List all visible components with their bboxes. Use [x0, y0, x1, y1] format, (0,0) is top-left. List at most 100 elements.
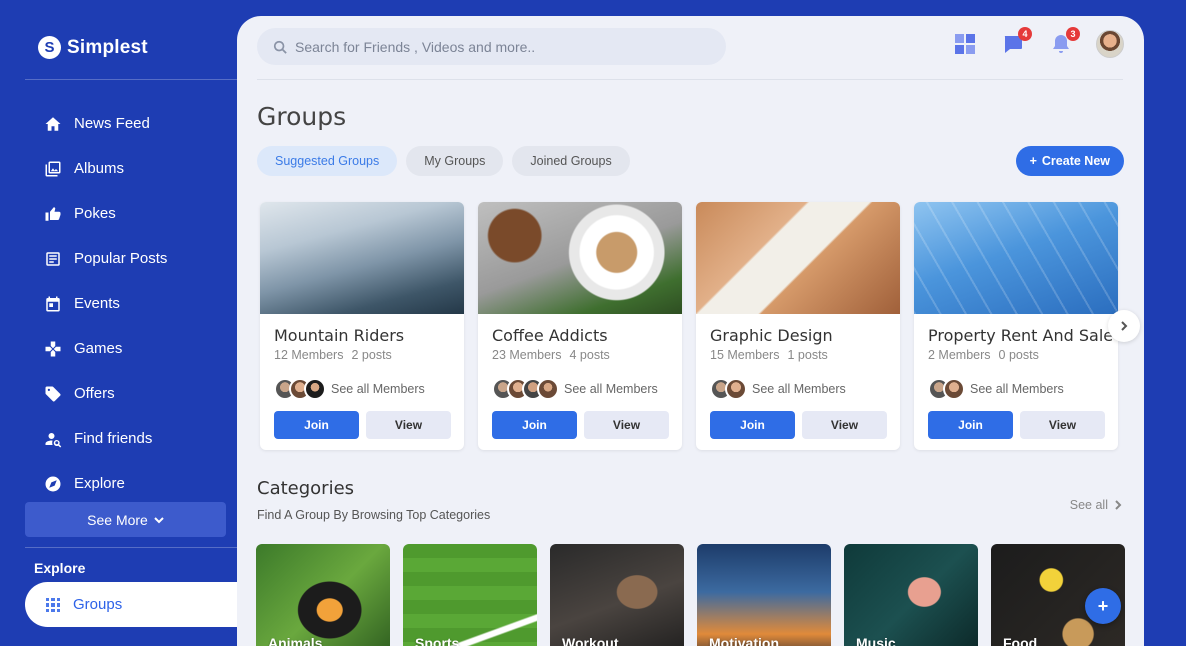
view-button[interactable]: View: [584, 411, 669, 439]
see-all-members-link[interactable]: See all Members: [331, 382, 425, 396]
albums-icon: [44, 160, 62, 178]
join-button[interactable]: Join: [492, 411, 577, 439]
see-all-categories-link[interactable]: See all: [1070, 498, 1122, 512]
floating-add-button[interactable]: +: [1085, 588, 1121, 624]
sidebar-item-next: [25, 627, 237, 646]
group-member-avatars: See all Members: [928, 378, 1064, 400]
sidebar-item-label: Offers: [74, 385, 115, 402]
tab-joined-groups[interactable]: Joined Groups: [512, 146, 630, 176]
create-new-button[interactable]: + Create New: [1015, 146, 1124, 176]
sidebar: S Simplest News Feed Albums Pokes Popula…: [0, 0, 255, 646]
brand[interactable]: S Simplest: [38, 36, 148, 59]
join-button[interactable]: Join: [928, 411, 1013, 439]
categories-subtitle: Find A Group By Browsing Top Categories: [257, 508, 491, 522]
poke-icon: [44, 205, 62, 223]
group-members-count: 12 Members: [274, 348, 344, 362]
category-label: Music: [856, 635, 896, 646]
sidebar-item-offers[interactable]: Offers: [44, 371, 167, 416]
sidebar-item-label: Find friends: [74, 430, 153, 447]
home-icon: [44, 115, 62, 133]
tab-my-groups[interactable]: My Groups: [406, 146, 504, 176]
sidebar-section-title: Explore: [34, 560, 86, 576]
group-image[interactable]: [696, 202, 900, 314]
group-members-count: 2 Members: [928, 348, 991, 362]
group-posts-count: 2 posts: [351, 348, 392, 362]
category-label: Motivation: [709, 635, 779, 646]
join-button[interactable]: Join: [274, 411, 359, 439]
messages-button[interactable]: 4: [1000, 27, 1032, 57]
notifications-badge: 3: [1066, 27, 1080, 41]
group-posts-count: 4 posts: [569, 348, 610, 362]
group-tabs: Suggested Groups My Groups Joined Groups: [257, 146, 630, 176]
brand-logo-icon: S: [38, 36, 61, 59]
groups-icon: [46, 597, 60, 612]
category-list: Animals Sports Workout Motivation Music …: [256, 544, 1125, 646]
sidebar-item-groups[interactable]: Groups: [25, 582, 255, 627]
group-meta: 23 Members 4 posts: [492, 348, 610, 362]
sidebar-item-pokes[interactable]: Pokes: [44, 191, 167, 236]
group-member-avatars: See all Members: [274, 378, 425, 400]
see-more-button[interactable]: See More: [25, 502, 226, 537]
group-name[interactable]: Property Rent And Sale: [928, 326, 1113, 345]
see-all-label: See all: [1069, 498, 1108, 512]
sidebar-item-label: Pokes: [74, 205, 116, 222]
see-all-members-link[interactable]: See all Members: [564, 382, 658, 396]
group-image[interactable]: [478, 202, 682, 314]
group-actions: Join View: [274, 411, 451, 439]
group-card: Mountain Riders 12 Members 2 posts See al…: [260, 202, 464, 450]
sidebar-item-news-feed[interactable]: News Feed: [44, 101, 167, 146]
sidebar-item-label: Groups: [73, 596, 123, 613]
sidebar-item-games[interactable]: Games: [44, 326, 167, 371]
chevron-right-icon: [1115, 500, 1122, 510]
category-card-motivation[interactable]: Motivation: [697, 544, 831, 646]
join-button[interactable]: Join: [710, 411, 795, 439]
group-name[interactable]: Mountain Riders: [274, 326, 404, 345]
tab-suggested-groups[interactable]: Suggested Groups: [257, 146, 398, 176]
divider: [25, 79, 237, 80]
user-avatar[interactable]: [1096, 30, 1124, 58]
brand-name: Simplest: [67, 36, 148, 58]
create-new-label: Create New: [1041, 154, 1110, 168]
carousel-next-button[interactable]: [1108, 310, 1140, 342]
chevron-right-icon: [1121, 321, 1128, 331]
group-meta: 15 Members 1 posts: [710, 348, 828, 362]
group-meta: 2 Members 0 posts: [928, 348, 1039, 362]
notifications-button[interactable]: 3: [1048, 27, 1080, 57]
sidebar-item-explore[interactable]: Explore: [44, 461, 167, 506]
search-input[interactable]: [295, 38, 715, 55]
view-button[interactable]: View: [802, 411, 887, 439]
sidebar-item-albums[interactable]: Albums: [44, 146, 167, 191]
category-card-sports[interactable]: Sports: [403, 544, 537, 646]
divider: [257, 79, 1123, 80]
group-name[interactable]: Graphic Design: [710, 326, 833, 345]
plus-icon: +: [1029, 154, 1037, 168]
avatar: [537, 378, 559, 400]
sidebar-item-label: Popular Posts: [74, 250, 168, 267]
sidebar-item-events[interactable]: Events: [44, 281, 167, 326]
group-cards: Mountain Riders 12 Members 2 posts See al…: [260, 202, 1118, 450]
group-posts-count: 1 posts: [787, 348, 828, 362]
see-all-members-link[interactable]: See all Members: [970, 382, 1064, 396]
group-image[interactable]: [914, 202, 1118, 314]
sidebar-nav: News Feed Albums Pokes Popular Posts Eve…: [44, 101, 167, 506]
category-label: Sports: [415, 635, 460, 646]
search-bar[interactable]: [257, 28, 726, 65]
group-name[interactable]: Coffee Addicts: [492, 326, 608, 345]
category-label: Animals: [268, 635, 323, 646]
category-label: Workout: [562, 635, 619, 646]
category-card-workout[interactable]: Workout: [550, 544, 684, 646]
view-button[interactable]: View: [366, 411, 451, 439]
category-card-animals[interactable]: Animals: [256, 544, 390, 646]
sidebar-item-popular-posts[interactable]: Popular Posts: [44, 236, 167, 281]
view-button[interactable]: View: [1020, 411, 1105, 439]
apps-button[interactable]: [952, 31, 978, 57]
posts-icon: [44, 250, 62, 268]
group-actions: Join View: [928, 411, 1105, 439]
group-image[interactable]: [260, 202, 464, 314]
sidebar-item-find-friends[interactable]: Find friends: [44, 416, 167, 461]
compass-icon: [44, 475, 62, 493]
category-card-music[interactable]: Music: [844, 544, 978, 646]
find-friends-icon: [44, 430, 62, 448]
avatar: [943, 378, 965, 400]
see-all-members-link[interactable]: See all Members: [752, 382, 846, 396]
